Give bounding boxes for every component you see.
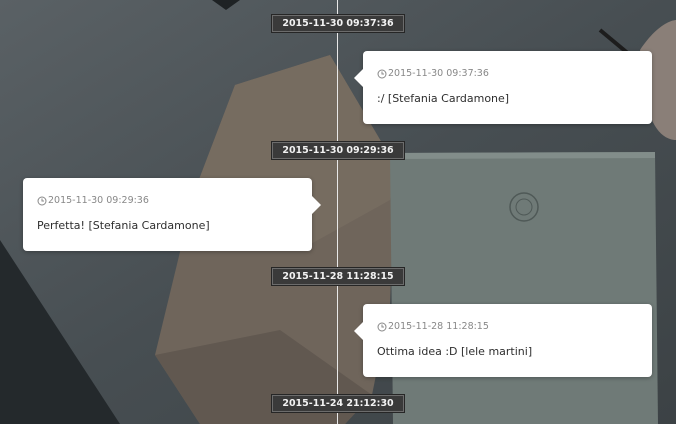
date-marker: 2015-11-24 21:12:30 [272,395,404,412]
entry-message: :/ [Stefania Cardamone] [377,92,510,105]
date-marker: 2015-11-28 11:28:15 [272,268,404,285]
entry-message: Ottima idea :D [lele martini] [377,345,533,358]
timeline-line [337,0,338,424]
date-marker: 2015-11-30 09:29:36 [272,142,404,159]
entry-timestamp: 2015-11-30 09:37:36 [377,68,638,80]
entry-time-text: 2015-11-30 09:29:36 [48,195,149,206]
clock-icon [377,322,387,332]
clock-icon [377,69,387,79]
timeline-entry-card: 2015-11-28 11:28:15 Ottima idea :D [lele… [354,304,652,377]
timeline-entry-card: 2015-11-30 09:29:36 Perfetta! [Stefania … [23,178,321,251]
timeline-entry-card: 2015-11-30 09:37:36 :/ [Stefania Cardamo… [354,51,652,124]
clock-icon [37,196,47,206]
date-marker: 2015-11-30 09:37:36 [272,15,404,32]
entry-timestamp: 2015-11-30 09:29:36 [37,195,298,207]
entry-time-text: 2015-11-28 11:28:15 [388,321,489,332]
entry-time-text: 2015-11-30 09:37:36 [388,68,489,79]
entry-timestamp: 2015-11-28 11:28:15 [377,321,638,333]
entry-message: Perfetta! [Stefania Cardamone] [37,219,210,232]
